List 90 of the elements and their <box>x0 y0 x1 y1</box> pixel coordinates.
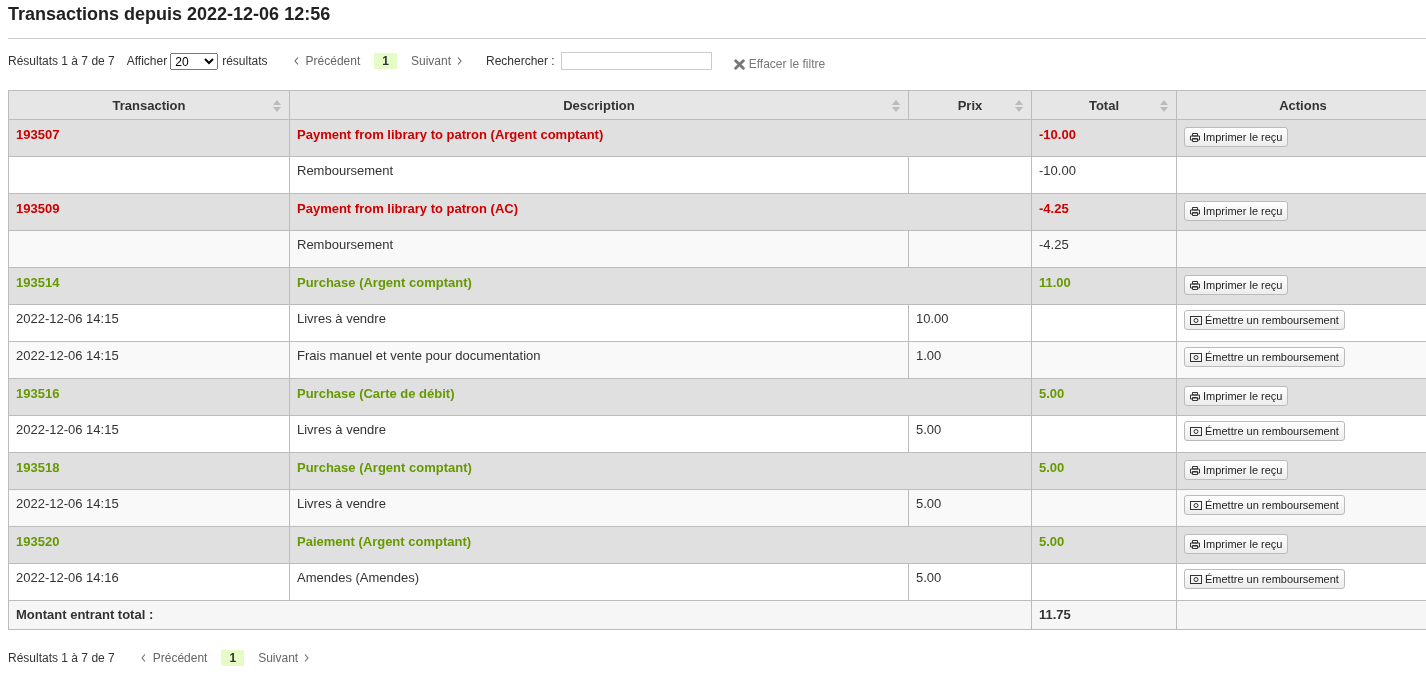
chevron-left-icon <box>140 654 146 662</box>
transaction-id: 193518 <box>16 460 60 475</box>
print-receipt-button[interactable]: Imprimer le reçu <box>1184 534 1289 554</box>
line-date: 2022-12-06 14:16 <box>16 570 119 585</box>
refund-button[interactable]: Émettre un remboursement <box>1184 421 1345 441</box>
transaction-total: -4.25 <box>1039 201 1069 216</box>
line-price: 5.00 <box>916 570 942 585</box>
column-header[interactable]: Total <box>1031 90 1177 120</box>
page-link[interactable]: 1 <box>221 650 245 666</box>
refund-button[interactable]: Émettre un remboursement <box>1184 569 1345 589</box>
sort-icon <box>892 100 900 112</box>
close-icon <box>733 58 745 70</box>
printer-icon <box>1190 280 1200 290</box>
previous-link[interactable]: Précédent <box>293 54 361 68</box>
search-label: Rechercher : <box>486 54 555 68</box>
sort-icon <box>1160 100 1168 112</box>
banknote-icon <box>1190 574 1202 584</box>
transaction-id: 193509 <box>16 201 60 216</box>
printer-icon <box>1190 206 1200 216</box>
show-label: Afficher <box>126 54 168 68</box>
transaction-description: Payment from library to patron (Argent comptant) <box>297 127 604 142</box>
column-header[interactable]: Description <box>289 90 909 120</box>
transaction-id: 193507 <box>16 127 60 142</box>
line-date: 2022-12-06 14:15 <box>16 348 119 363</box>
refund-button[interactable]: Émettre un remboursement <box>1184 495 1345 515</box>
printer-icon <box>1190 391 1200 401</box>
transaction-total: 5.00 <box>1039 534 1065 549</box>
printer-icon <box>1190 539 1200 549</box>
sort-icon <box>1015 100 1023 112</box>
transaction-description: Paiement (Argent comptant) <box>297 534 472 549</box>
next-link[interactable]: Suivant <box>410 54 462 68</box>
chevron-right-icon <box>457 57 462 65</box>
transaction-total: 5.00 <box>1039 386 1065 401</box>
line-description: Amendes (Amendes) <box>297 570 420 585</box>
print-receipt-button[interactable]: Imprimer le reçu <box>1184 460 1289 480</box>
banknote-icon <box>1190 426 1202 436</box>
line-price: 10.00 <box>916 311 949 326</box>
line-description: Remboursement <box>297 163 394 178</box>
transaction-id: 193514 <box>16 275 60 290</box>
line-description: Frais manuel et vente pour documentation <box>297 348 541 363</box>
banknote-icon <box>1190 352 1202 362</box>
line-price: 1.00 <box>916 348 942 363</box>
line-date: 2022-12-06 14:15 <box>16 422 119 437</box>
line-description: Livres à vendre <box>297 496 386 511</box>
total-label: Montant entrant total : <box>16 607 154 622</box>
line-price: 5.00 <box>916 422 942 437</box>
column-header[interactable]: Prix <box>908 90 1032 120</box>
transaction-total: 11.00 <box>1039 275 1071 290</box>
search-field[interactable] <box>560 52 712 70</box>
refund-button[interactable]: Émettre un remboursement <box>1184 347 1345 367</box>
transaction-id: 193516 <box>16 386 60 401</box>
line-description: Remboursement <box>297 237 394 252</box>
previous-link[interactable]: Précédent <box>140 651 208 665</box>
total-amount: 11.75 <box>1039 607 1071 622</box>
page-title: Transactions depuis 2022-12-06 12:56 <box>8 3 332 26</box>
line-total: -10.00 <box>1039 163 1076 178</box>
line-date: 2022-12-06 14:15 <box>16 496 119 511</box>
show-suffix: résultats <box>222 54 268 68</box>
line-total: -4.25 <box>1039 237 1069 252</box>
print-receipt-button[interactable]: Imprimer le reçu <box>1184 127 1289 147</box>
line-description: Livres à vendre <box>297 311 386 326</box>
line-price: 5.00 <box>916 496 942 511</box>
transaction-description: Payment from library to patron (AC) <box>297 201 519 216</box>
transaction-description: Purchase (Argent comptant) <box>297 275 472 290</box>
chevron-left-icon <box>293 57 299 65</box>
banknote-icon <box>1190 315 1202 325</box>
transaction-total: -10.00 <box>1039 127 1076 142</box>
column-header: Actions <box>1176 90 1426 120</box>
page-size-select[interactable]: 20 <box>170 52 219 70</box>
page-link[interactable]: 1 <box>374 53 397 69</box>
column-header[interactable]: Transaction <box>8 90 290 120</box>
print-receipt-button[interactable]: Imprimer le reçu <box>1184 275 1289 295</box>
results-summary: Résultats 1 à 7 de 7 <box>8 54 115 68</box>
banknote-icon <box>1190 500 1202 510</box>
transaction-total: 5.00 <box>1039 460 1065 475</box>
print-receipt-button[interactable]: Imprimer le reçu <box>1184 201 1289 221</box>
sort-icon <box>273 100 281 112</box>
clear-filter-link[interactable]: Effacer le filtre <box>733 57 826 71</box>
transaction-id: 193520 <box>16 534 60 549</box>
results-summary: Résultats 1 à 7 de 7 <box>8 651 115 665</box>
printer-icon <box>1190 465 1200 475</box>
line-date: 2022-12-06 14:15 <box>16 311 119 326</box>
chevron-right-icon <box>304 654 310 662</box>
line-description: Livres à vendre <box>297 422 386 437</box>
transaction-description: Purchase (Argent comptant) <box>297 460 472 475</box>
transaction-description: Purchase (Carte de débit) <box>297 386 455 401</box>
refund-button[interactable]: Émettre un remboursement <box>1184 310 1345 330</box>
next-link[interactable]: Suivant <box>258 651 310 665</box>
print-receipt-button[interactable]: Imprimer le reçu <box>1184 386 1289 406</box>
printer-icon <box>1190 132 1200 142</box>
